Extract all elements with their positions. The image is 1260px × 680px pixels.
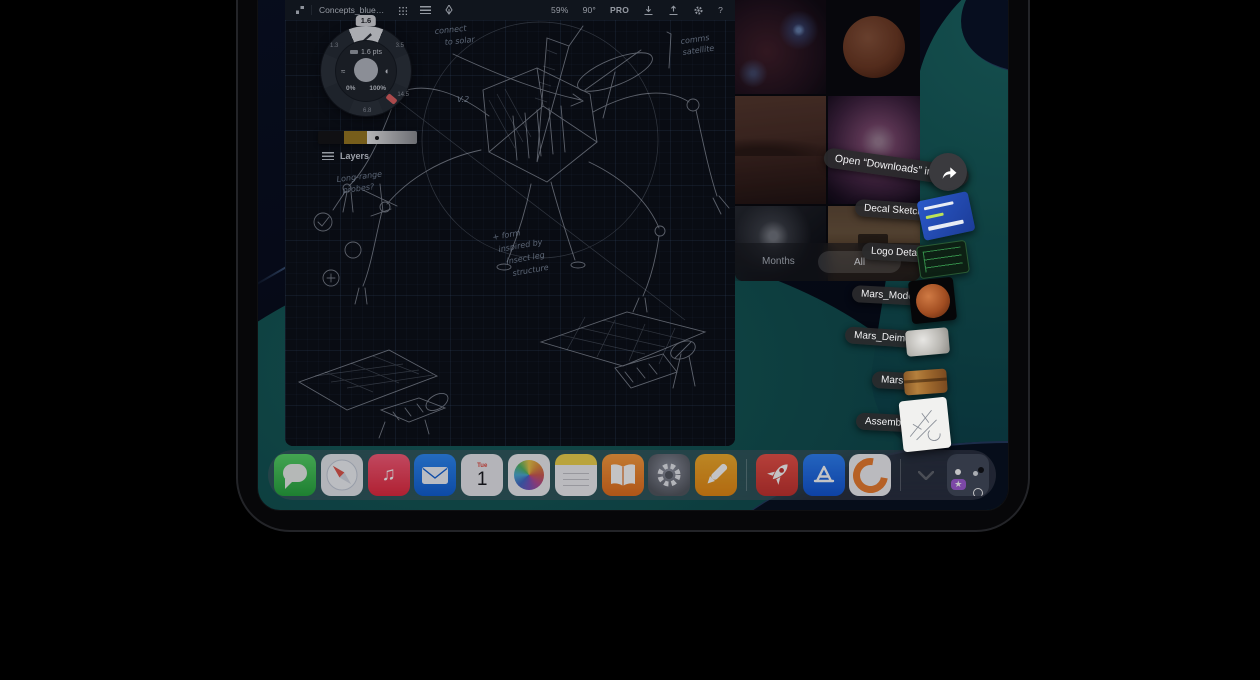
drag-thumb-logo-detail[interactable] [916,240,970,280]
assembly-sketch-icon [898,397,951,453]
drag-thumb-mars-deimos[interactable] [905,327,950,357]
drag-thumb-mars-panorama[interactable] [903,369,948,396]
ipad-screen: Concepts_blue… 59% 90° PRO [258,0,1008,510]
marketing-stage: Concepts_blue… 59% 90° PRO [0,0,1260,680]
drag-thumb-assembly[interactable] [898,397,951,453]
drag-thumb-mars-model[interactable] [908,277,957,324]
share-drop-badge[interactable] [929,153,967,191]
drag-thumb-decal-sketches[interactable] [916,191,975,241]
forward-arrow-icon [938,163,958,181]
drag-stack: Open “Downloads” in Files Decal Sketches… [258,0,1008,510]
